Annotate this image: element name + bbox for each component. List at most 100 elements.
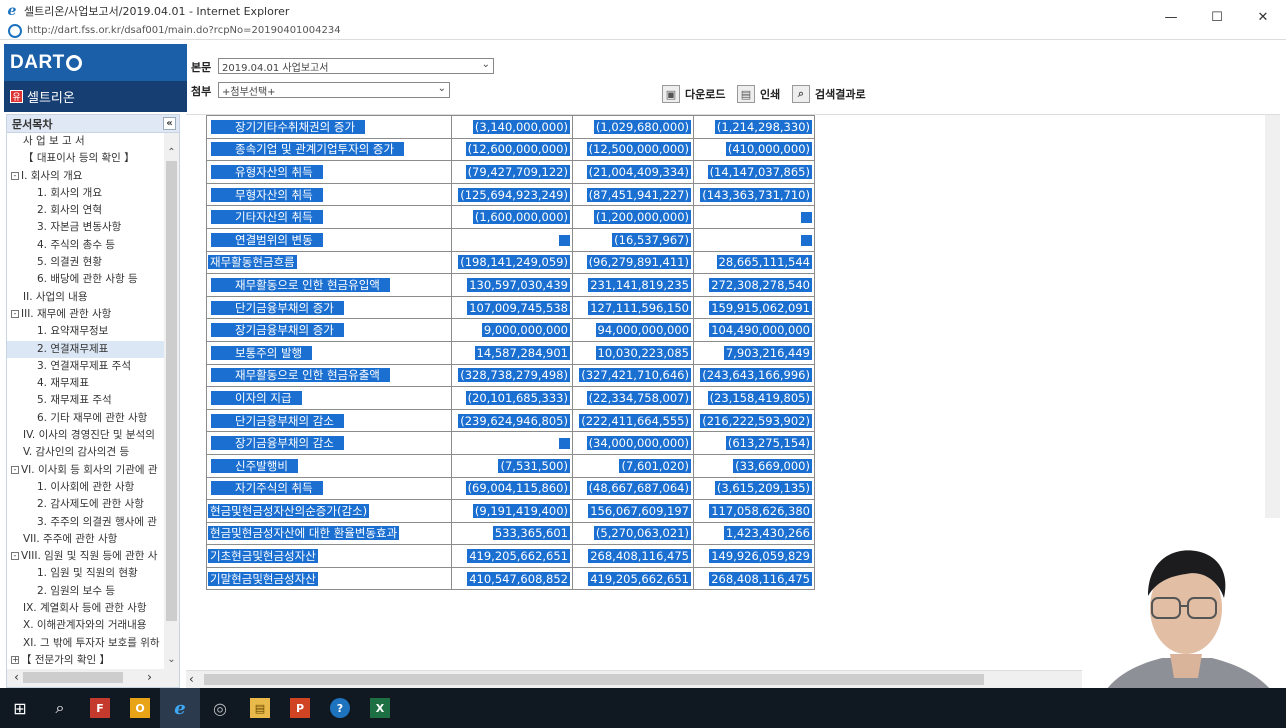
taskbar-app-explorer[interactable]: ▤ xyxy=(240,688,280,728)
scroll-right-icon[interactable]: › xyxy=(142,670,157,685)
taskbar-app-1[interactable]: F xyxy=(80,688,120,728)
chevron-down-icon: ⌄ xyxy=(437,83,446,94)
toc-item[interactable]: IX. 계열회사 등에 관한 사항 xyxy=(7,600,165,617)
value-cell: (410,000,000) xyxy=(693,137,815,162)
toc-item[interactable]: 2. 감사제도에 관한 사항 xyxy=(7,496,165,513)
value-cell: 104,490,000,000 xyxy=(693,318,815,342)
print-button[interactable]: ▤ 인쇄 xyxy=(737,84,780,104)
toc-item[interactable]: 2. 연결재무제표 xyxy=(7,340,165,358)
row-label-cell: 재무활동으로 인한 현금유입액 xyxy=(206,273,452,297)
value-cell: 107,009,745,538 xyxy=(451,295,573,320)
toc-item[interactable]: 4. 주식의 총수 등 xyxy=(7,237,165,254)
toc-item[interactable]: 1. 회사의 개요 xyxy=(7,185,165,202)
collapse-node-icon[interactable]: - xyxy=(11,552,19,561)
toc-item[interactable]: XI. 그 밖에 투자자 보호를 위하 xyxy=(7,635,165,652)
value-cell: 14,587,284,901 xyxy=(451,340,573,365)
collapse-node-icon[interactable]: - xyxy=(11,171,19,180)
scroll-thumb[interactable] xyxy=(23,672,123,683)
search-results-button[interactable]: ⌕ 검색결과로 xyxy=(792,84,866,104)
toc-item[interactable]: 3. 연결재무제표 주석 xyxy=(7,358,165,375)
taskbar-app-ie[interactable]: e xyxy=(160,688,200,728)
dart-logo-area[interactable]: DART xyxy=(4,44,187,81)
toc-item[interactable]: - VIII. 임원 및 직원 등에 관한 사 xyxy=(7,548,165,565)
toc-item[interactable]: 1. 임원 및 직원의 현황 xyxy=(7,565,165,582)
scroll-thumb[interactable] xyxy=(166,161,177,621)
taskbar-app-4[interactable]: ◎ xyxy=(200,688,240,728)
taskbar-app-powerpoint[interactable]: P xyxy=(280,688,320,728)
toc-item[interactable]: 3. 자본금 변동사항 xyxy=(7,219,165,236)
cell-value: 268,408,116,475 xyxy=(588,549,691,564)
taskbar-app-excel[interactable]: X xyxy=(360,688,400,728)
toc-horizontal-scrollbar[interactable]: ‹ › xyxy=(7,669,179,687)
taskbar-app-help[interactable]: ? xyxy=(320,688,360,728)
collapse-sidebar-icon[interactable]: « xyxy=(163,117,176,130)
table-row: 단기금융부채의 증가 107,009,745,538 127,111,596,150… xyxy=(206,295,815,320)
toc-item[interactable]: 2. 회사의 연혁 xyxy=(7,202,165,219)
taskbar-app-2[interactable]: O xyxy=(120,688,160,728)
table-row: 보통주의 발행 14,587,284,901 10,030,223,085 7,903… xyxy=(206,340,815,365)
dart-header: DART 유 셀트리온 본문 2019.04.01 사업보고서 ⌄ 첨부 +첨부… xyxy=(4,44,1280,112)
toc-item[interactable]: 3. 주주의 의결권 행사에 관 xyxy=(7,514,165,531)
cell-value: 533,365,601 xyxy=(492,526,570,541)
toc-item[interactable]: 1. 이사회에 관한 사항 xyxy=(7,479,165,496)
value-cell: (1,214,298,330) xyxy=(693,115,815,139)
toc-item[interactable]: - VI. 이사회 등 회사의 기관에 관 xyxy=(7,462,165,479)
toc-item-label: 【 대표이사 등의 확인 】 xyxy=(23,152,135,165)
toc-item[interactable]: IV. 이사의 경영진단 및 분석의 xyxy=(7,427,165,444)
toc-item[interactable]: X. 이해관계자와의 거래내용 xyxy=(7,617,165,634)
toc-item[interactable]: 6. 기타 재무에 관한 사항 xyxy=(7,410,165,427)
scroll-left-icon[interactable]: ‹ xyxy=(9,670,24,685)
address-url[interactable]: http://dart.fss.or.kr/dsaf001/main.do?rc… xyxy=(27,25,341,36)
toc-item[interactable]: V. 감사인의 감사의견 등 xyxy=(7,444,165,461)
dart-logo[interactable]: DART xyxy=(10,52,82,74)
toc-item[interactable]: + 【 전문가의 확인 】 xyxy=(7,652,165,669)
toc-item[interactable]: - III. 재무에 관한 사항 xyxy=(7,306,165,323)
toc-item[interactable]: VII. 주주에 관한 사항 xyxy=(7,531,165,548)
report-select[interactable]: 2019.04.01 사업보고서 ⌄ xyxy=(218,58,494,74)
cell-value: 117,058,626,380 xyxy=(709,503,812,518)
cell-value: (79,427,709,122) xyxy=(465,164,570,179)
download-button[interactable]: ▣ 다운로드 xyxy=(662,84,725,104)
scroll-down-icon[interactable]: ⌄ xyxy=(164,654,179,669)
cell-value: 159,915,062,091 xyxy=(709,300,812,315)
toc-item-label: 2. 연결재무제표 xyxy=(37,342,109,355)
expand-node-icon[interactable]: + xyxy=(11,655,19,664)
scroll-left-icon[interactable]: ‹ xyxy=(189,672,194,686)
search-button[interactable]: ⌕ xyxy=(40,688,80,728)
row-label: 장기금융부채의 증가 xyxy=(211,323,344,338)
toc-item[interactable]: II. 사업의 내용 xyxy=(7,289,165,306)
toc-item[interactable]: 1. 요약재무정보 xyxy=(7,323,165,340)
excel-icon: X xyxy=(370,698,390,718)
toc-item-label: VI. 이사회 등 회사의 기관에 관 xyxy=(21,463,158,476)
scroll-thumb[interactable] xyxy=(204,674,984,685)
toc-vertical-scrollbar[interactable]: ⌃ ⌄ xyxy=(164,133,179,669)
toc-item[interactable]: 4. 재무제표 xyxy=(7,375,165,392)
cell-value: (69,004,115,860) xyxy=(465,481,570,496)
toc-item[interactable]: 5. 의결권 현황 xyxy=(7,254,165,271)
cell-value: 156,067,609,197 xyxy=(588,503,691,518)
row-label-cell: 종속기업 및 관계기업투자의 증가 xyxy=(206,137,452,162)
collapse-node-icon[interactable]: - xyxy=(11,465,19,474)
toc-item[interactable]: 5. 재무제표 주석 xyxy=(7,392,165,409)
value-cell: (1,029,680,000) xyxy=(572,115,694,139)
toc-item[interactable]: 【 대표이사 등의 확인 】 xyxy=(7,150,165,167)
scroll-up-icon[interactable]: ⌃ xyxy=(164,147,179,162)
row-label: 기말현금및현금성자산 xyxy=(208,571,318,586)
value-cell: (21,004,409,334) xyxy=(572,160,694,184)
toc-item[interactable]: 사 업 보 고 서 xyxy=(7,133,165,150)
toc-item[interactable]: - I. 회사의 개요 xyxy=(7,168,165,185)
start-button[interactable]: ⊞ xyxy=(0,688,40,728)
toc-item-label: 1. 임원 및 직원의 현황 xyxy=(37,567,138,580)
printer-icon: ▤ xyxy=(737,85,755,103)
toc-item-label: 1. 이사회에 관한 사항 xyxy=(37,480,135,493)
attach-select[interactable]: +첨부선택+ ⌄ xyxy=(218,82,450,98)
cell-value: 231,141,819,235 xyxy=(588,277,691,292)
toc-item[interactable]: 2. 임원의 보수 등 xyxy=(7,583,165,600)
collapse-node-icon[interactable]: - xyxy=(11,309,19,318)
row-label-cell: 기말현금및현금성자산 xyxy=(206,566,452,591)
empty-selection-marker xyxy=(559,438,570,450)
value-cell: 159,915,062,091 xyxy=(693,295,815,320)
address-bar[interactable]: http://dart.fss.or.kr/dsaf001/main.do?rc… xyxy=(0,22,1286,40)
toc-item[interactable]: 6. 배당에 관한 사항 등 xyxy=(7,271,165,288)
attach-label: 첨부 xyxy=(191,85,212,98)
